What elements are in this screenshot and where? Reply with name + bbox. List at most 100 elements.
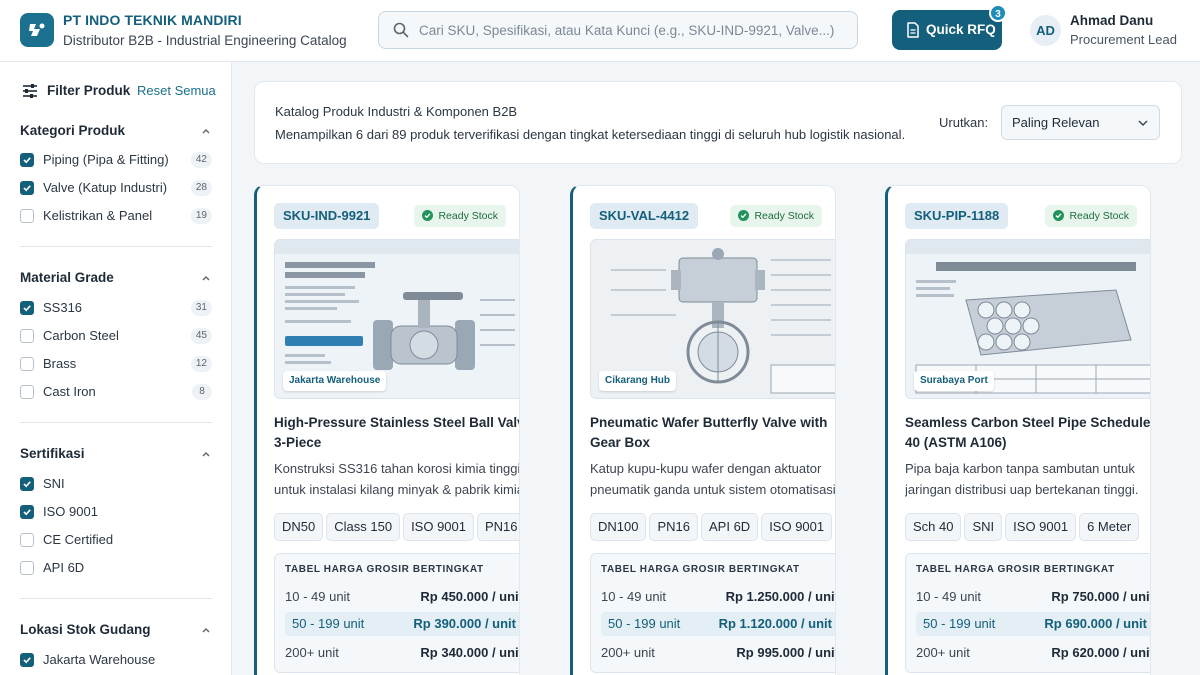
option-label: SS316	[43, 300, 83, 315]
checkbox-checked[interactable]	[20, 181, 34, 195]
check-icon	[23, 657, 31, 664]
filter-option-cast-iron[interactable]: Cast Iron 8	[20, 382, 212, 402]
warehouse-tag: Jakarta Warehouse	[283, 371, 387, 391]
quick-rfq-label: Quick RFQ	[926, 22, 996, 37]
filter-option-kelistrikan[interactable]: Kelistrikan & Panel 19	[20, 206, 212, 226]
product-card[interactable]: SKU-IND-9921 Ready Stock Jakarta Warehou…	[254, 185, 520, 675]
filter-option-valve[interactable]: Valve (Katup Industri) 28	[20, 178, 212, 198]
spec-tag: ISO 9001	[403, 513, 474, 541]
checkbox-checked[interactable]	[20, 301, 34, 315]
warehouse-tag: Surabaya Port	[914, 371, 994, 391]
section-title-sertifikasi[interactable]: Sertifikasi	[20, 446, 85, 461]
filter-option-sni[interactable]: SNI	[20, 474, 212, 494]
checkbox-checked[interactable]	[20, 477, 34, 491]
checkbox-unchecked[interactable]	[20, 385, 34, 399]
filter-title: Filter Produk	[47, 83, 131, 98]
option-count: 12	[190, 356, 212, 372]
user-name[interactable]: Ahmad Danu	[1070, 13, 1153, 28]
user-role: Procurement Lead	[1070, 32, 1177, 47]
stock-status-badge: Ready Stock	[414, 205, 506, 227]
sort-label: Urutkan:	[939, 115, 989, 130]
stock-label: Ready Stock	[438, 210, 498, 222]
filter-option-ss316[interactable]: SS316 31	[20, 298, 212, 318]
tier-qty: 10 - 49 unit	[285, 589, 351, 604]
warehouse-tag: Cikarang Hub	[599, 371, 677, 391]
spec-tag: Sch 40	[905, 513, 962, 541]
spec-tags: DN50 Class 150 ISO 9001 PN16	[274, 513, 519, 541]
checkbox-unchecked[interactable]	[20, 357, 34, 371]
section-title-lokasi[interactable]: Lokasi Stok Gudang	[20, 622, 151, 637]
product-image[interactable]: Jakarta Warehouse	[274, 239, 519, 399]
chevron-down-icon	[1138, 120, 1148, 127]
checkbox-checked[interactable]	[20, 153, 34, 167]
filter-option-api6d[interactable]: API 6D	[20, 558, 212, 578]
product-name[interactable]: Pneumatic Wafer Butterfly Valve with Gea…	[590, 413, 835, 453]
tier-price: Rp 690.000 / unit	[1044, 616, 1147, 631]
filter-option-piping[interactable]: Piping (Pipa & Fitting) 42	[20, 150, 212, 170]
spec-tag: PN16	[649, 513, 698, 541]
sort-select[interactable]: Paling Relevan	[1001, 105, 1160, 140]
product-image[interactable]: Surabaya Port	[905, 239, 1150, 399]
chevron-up-icon[interactable]	[201, 126, 211, 136]
product-card[interactable]: SKU-PIP-1188 Ready Stock Surabaya Port S…	[885, 185, 1151, 675]
tier-qty: 10 - 49 unit	[601, 589, 667, 604]
check-icon	[23, 481, 31, 488]
tier-price: Rp 390.000 / unit	[413, 616, 516, 631]
option-count: 31	[190, 300, 212, 316]
chevron-up-icon[interactable]	[201, 625, 211, 635]
filter-option-brass[interactable]: Brass 12	[20, 354, 212, 374]
section-title-kategori[interactable]: Kategori Produk	[20, 123, 125, 138]
option-label: API 6D	[43, 560, 85, 575]
tier-qty: 50 - 199 unit	[923, 616, 996, 631]
price-table-title: TABEL HARGA GROSIR BERTINGKAT	[916, 564, 1115, 575]
company-logo[interactable]	[20, 13, 54, 47]
option-count: 28	[190, 180, 212, 196]
search-input[interactable]	[419, 12, 849, 48]
search-box[interactable]	[378, 11, 858, 49]
filter-option-carbon-steel[interactable]: Carbon Steel 45	[20, 326, 212, 346]
product-card[interactable]: SKU-VAL-4412 Ready Stock Cikarang Hub Pn…	[570, 185, 836, 675]
filter-option-ce-certified[interactable]: CE Certified	[20, 530, 212, 550]
stock-status-badge: Ready Stock	[730, 205, 822, 227]
checkbox-unchecked[interactable]	[20, 329, 34, 343]
checkbox-checked[interactable]	[20, 505, 34, 519]
product-image[interactable]: Cikarang Hub	[590, 239, 835, 399]
price-tier-row: 10 - 49 unit Rp 750.000 / unit	[916, 585, 1150, 609]
price-tier-row: 10 - 49 unit Rp 1.250.000 / unit	[601, 585, 835, 609]
check-circle-icon	[738, 210, 750, 221]
product-name[interactable]: High-Pressure Stainless Steel Ball Valve…	[274, 413, 519, 453]
price-tier-row-highlighted: 50 - 199 unit Rp 690.000 / unit	[916, 612, 1150, 636]
spec-tag: DN50	[274, 513, 324, 541]
checkbox-unchecked[interactable]	[20, 209, 34, 223]
checkbox-unchecked[interactable]	[20, 561, 34, 575]
price-tier-row: 10 - 49 unit Rp 450.000 / unit	[285, 585, 519, 609]
app-header: PT INDO TEKNIK MANDIRI Distributor B2B -…	[0, 0, 1200, 62]
chevron-up-icon[interactable]	[201, 449, 211, 459]
quick-rfq-button[interactable]: Quick RFQ	[892, 10, 1002, 50]
section-title-material[interactable]: Material Grade	[20, 270, 114, 285]
price-table-title: TABEL HARGA GROSIR BERTINGKAT	[601, 564, 800, 575]
stock-label: Ready Stock	[754, 210, 814, 222]
spec-tag: DN100	[590, 513, 647, 541]
spec-tag: SNI	[964, 513, 1003, 541]
price-tier-row-highlighted: 50 - 199 unit Rp 390.000 / unit	[285, 612, 519, 636]
check-circle-icon	[1053, 210, 1065, 221]
sku-badge: SKU-IND-9921	[274, 203, 380, 229]
chevron-up-icon[interactable]	[201, 273, 211, 283]
product-name[interactable]: Seamless Carbon Steel Pipe Schedule 40 (…	[905, 413, 1150, 453]
checkbox-unchecked[interactable]	[20, 533, 34, 547]
option-label: Cast Iron	[43, 384, 96, 399]
checkbox-checked[interactable]	[20, 653, 34, 667]
spec-tag: Class 150	[326, 513, 401, 541]
spec-tag: ISO 9001	[761, 513, 833, 541]
reset-all-link[interactable]: Reset Semua	[137, 83, 216, 98]
check-circle-icon	[422, 210, 434, 221]
user-avatar[interactable]: AD	[1030, 15, 1061, 46]
section-divider	[20, 598, 212, 599]
filter-option-iso9001[interactable]: ISO 9001	[20, 502, 212, 522]
check-icon	[23, 157, 31, 164]
product-description: Katup kupu-kupu wafer dengan aktuator pn…	[590, 461, 836, 497]
filter-option-jakarta-warehouse[interactable]: Jakarta Warehouse	[20, 650, 212, 670]
tier-qty: 50 - 199 unit	[292, 616, 365, 631]
price-tier-row: 200+ unit Rp 995.000 / unit	[601, 641, 835, 665]
